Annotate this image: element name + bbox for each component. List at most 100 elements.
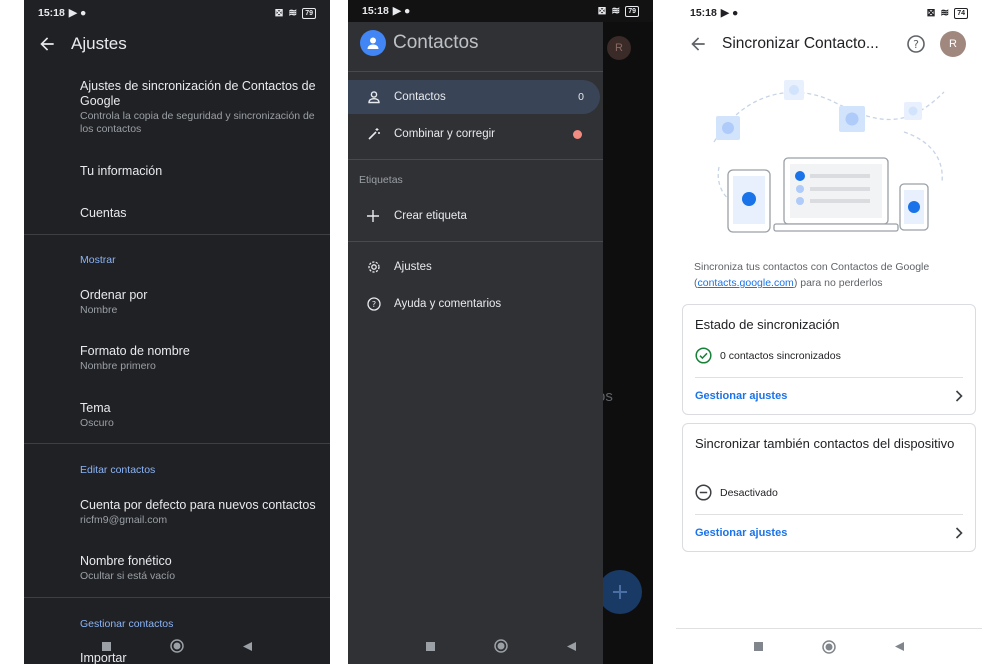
display-section-header: Mostrar (80, 254, 116, 266)
divider (24, 443, 330, 444)
page-title: Ajustes (71, 34, 127, 53)
battery-icon: 74 (954, 7, 968, 19)
alert-dot (573, 129, 582, 139)
sync-status-row: 0 contactos sincronizados (695, 347, 841, 364)
status-bar: 15:18 ▶ ● ⊠ ≋ 79 (348, 0, 653, 22)
description-text: ) para no perderlos (793, 277, 883, 289)
sync-status-text: 0 contactos sincronizados (720, 349, 841, 362)
name-format-title: Formato de nombre (80, 344, 190, 358)
drawer-item-label: Ayuda y comentarios (394, 298, 502, 310)
drawer-item-settings[interactable]: Ajustes (348, 250, 600, 284)
avatar[interactable]: R (940, 31, 966, 57)
wifi-icon: ≋ (288, 7, 298, 19)
svg-text:?: ? (913, 38, 919, 51)
sort-by-title: Ordenar por (80, 288, 148, 302)
sync-illustration (713, 80, 945, 233)
manage-section-header: Gestionar contactos (80, 618, 174, 630)
gear-icon (368, 261, 380, 273)
device-sync-status-text: Desactivado (720, 486, 778, 499)
manage-settings-link[interactable]: Gestionar ajustes (695, 390, 963, 402)
divider (24, 234, 330, 235)
drawer-item-contacts[interactable]: Contactos 0 (348, 80, 600, 114)
status-bar: 15:18 ▶ ● ⊠ ≋ 79 (24, 0, 330, 26)
scrim[interactable]: R (603, 22, 653, 664)
home-icon[interactable] (170, 639, 184, 653)
chat-icon: ● (731, 7, 739, 19)
back-nav-icon[interactable] (894, 641, 905, 652)
contacts-count: 0 (578, 91, 584, 103)
accounts-title: Cuentas (80, 206, 127, 220)
person-icon (368, 91, 380, 104)
home-icon[interactable] (822, 639, 836, 654)
media-icon: ▶ (68, 7, 77, 19)
accounts-item[interactable]: Cuentas (80, 206, 318, 221)
sim-icon: ⊠ (274, 7, 284, 19)
system-nav-bar (24, 630, 330, 662)
system-nav-bar (676, 628, 982, 664)
drawer-item-label: Contactos (394, 91, 446, 103)
back-nav-icon[interactable] (242, 641, 253, 652)
default-account-value: ricfm9@gmail.com (80, 514, 168, 526)
sync-status-card: Estado de sincronización 0 contactos sin… (682, 304, 976, 415)
status-bar: 15:18 ▶ ● ⊠ ≋ 74 (676, 0, 982, 26)
check-circle-icon (695, 347, 712, 364)
your-info-title: Tu información (80, 164, 163, 178)
svg-text:?: ? (372, 300, 376, 309)
navigation-drawer: Contactos Contactos 0 Combinar y corregi… (348, 22, 603, 664)
chevron-right-icon (955, 390, 963, 402)
your-info-item[interactable]: Tu información (80, 164, 318, 179)
sim-icon: ⊠ (597, 5, 607, 17)
name-format-value: Nombre primero (80, 360, 156, 372)
back-arrow-icon[interactable] (37, 34, 57, 54)
battery-icon: 79 (302, 7, 316, 19)
device-sync-status-row: Desactivado (695, 484, 778, 501)
back-arrow-icon[interactable] (688, 34, 708, 54)
sort-by-value: Nombre (80, 304, 118, 316)
help-icon[interactable]: ? (906, 34, 926, 54)
avatar[interactable]: R (607, 36, 631, 60)
default-account-title: Cuenta por defecto para nuevos contactos (80, 498, 316, 512)
system-nav-bar (348, 630, 653, 662)
divider (348, 71, 603, 72)
manage-settings-link[interactable]: Gestionar ajustes (695, 527, 963, 539)
contacts-logo-icon (360, 30, 386, 56)
recents-icon[interactable] (753, 641, 764, 652)
home-icon[interactable] (493, 639, 508, 653)
sync-description: Sincroniza tus contactos con Contactos d… (694, 259, 968, 291)
divider (695, 377, 963, 378)
card-title: Sincronizar también contactos del dispos… (695, 436, 955, 451)
back-nav-icon[interactable] (566, 641, 577, 652)
plus-icon (613, 585, 627, 599)
drawer-header: Contactos (360, 30, 479, 56)
app-bar: Ajustes (24, 26, 330, 62)
divider (24, 597, 330, 598)
battery-icon: 79 (625, 5, 639, 17)
default-account-item[interactable]: Cuenta por defecto para nuevos contactos… (80, 498, 318, 527)
add-contact-fab[interactable] (598, 570, 642, 614)
sort-by-item[interactable]: Ordenar por Nombre (80, 288, 318, 317)
phonetic-name-value: Ocultar si está vacío (80, 570, 176, 582)
help-icon: ? (367, 297, 381, 311)
drawer-item-create-label[interactable]: Crear etiqueta (348, 199, 600, 233)
theme-value: Oscuro (80, 417, 114, 429)
labels-section-header: Etiquetas (359, 174, 403, 186)
status-time: 15:18 (690, 7, 717, 19)
recents-icon[interactable] (101, 641, 112, 652)
divider (348, 159, 603, 160)
drawer-item-merge-fix[interactable]: Combinar y corregir (348, 117, 600, 151)
name-format-item[interactable]: Formato de nombre Nombre primero (80, 344, 318, 373)
drawer-item-help[interactable]: ? Ayuda y comentarios (348, 287, 600, 321)
drawer-screen: 15:18 ▶ ● ⊠ ≋ 79 R os Contactos Contacto… (348, 0, 653, 664)
recents-icon[interactable] (425, 641, 436, 652)
app-bar: Sincronizar Contacto... ? R (676, 26, 982, 62)
theme-item[interactable]: Tema Oscuro (80, 401, 318, 430)
chat-icon: ● (79, 7, 87, 19)
app-title: Contactos (393, 32, 479, 53)
phonetic-name-item[interactable]: Nombre fonético Ocultar si está vacío (80, 554, 318, 583)
plus-icon (367, 210, 379, 222)
google-contacts-link[interactable]: contacts.google.com (698, 277, 794, 289)
sync-settings-item[interactable]: Ajustes de sincronización de Contactos d… (80, 79, 318, 136)
sync-settings-title: Ajustes de sincronización de Contactos d… (80, 79, 316, 108)
media-icon: ▶ (392, 5, 401, 17)
divider (695, 514, 963, 515)
